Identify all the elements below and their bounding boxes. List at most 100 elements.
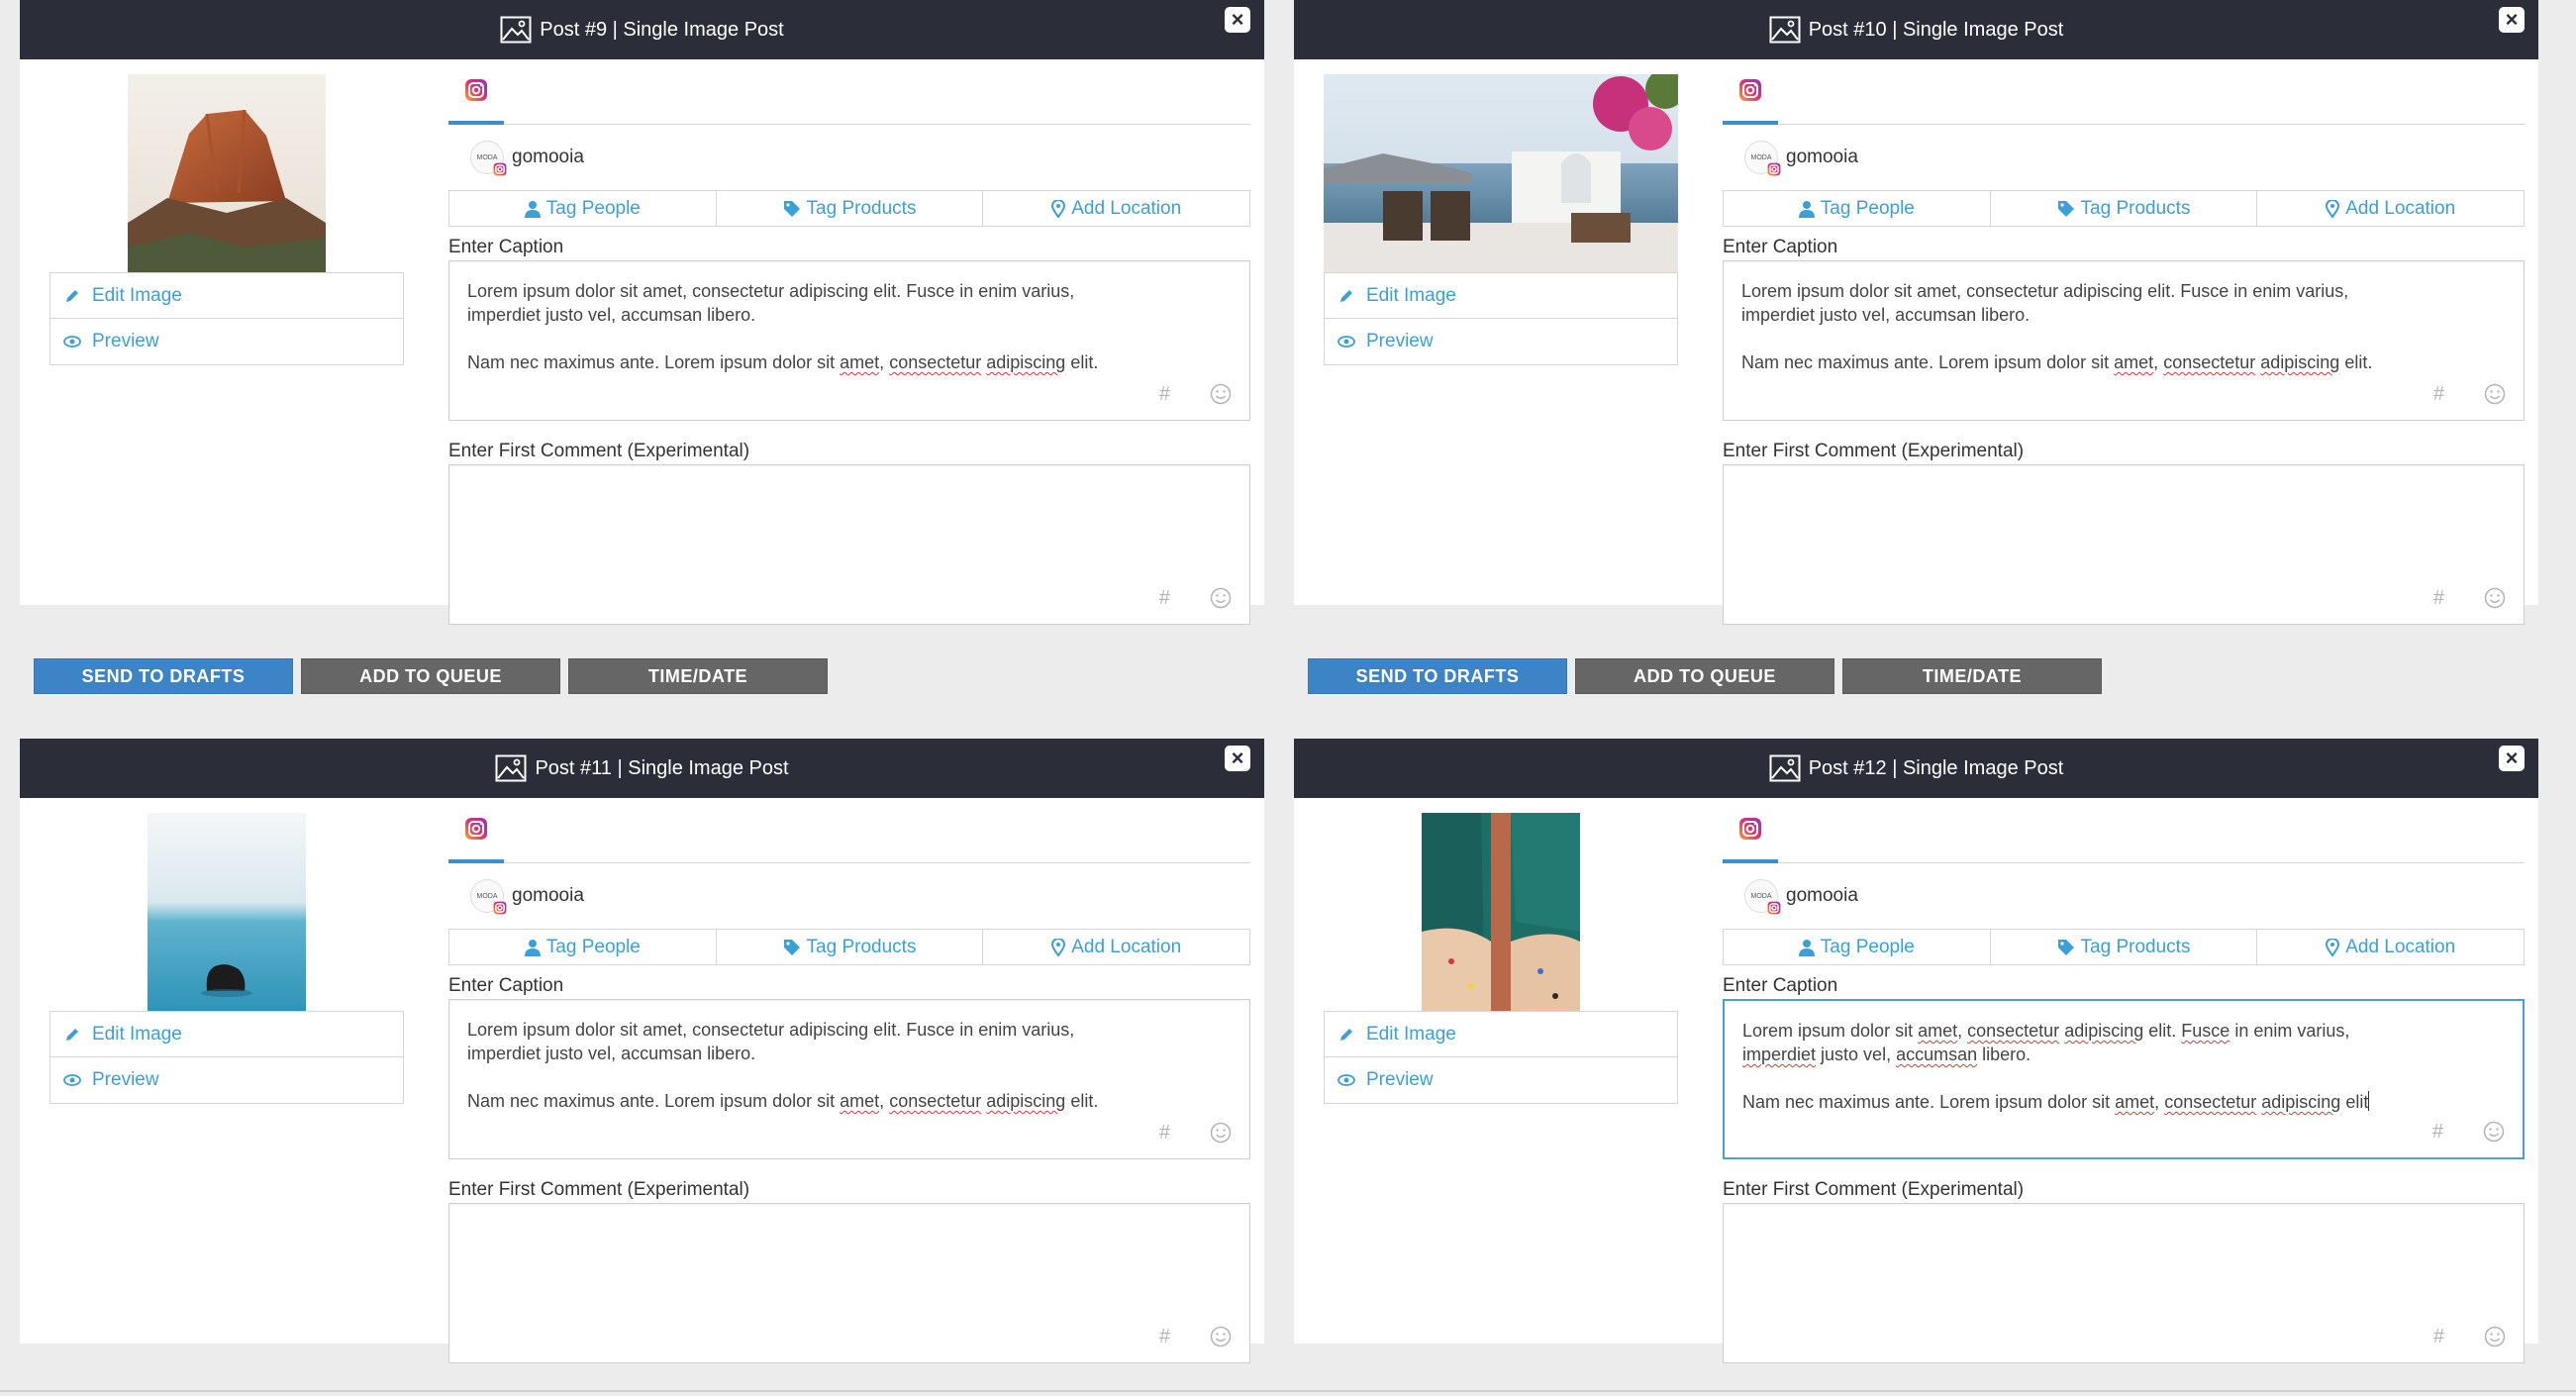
tag-products-button[interactable]: Tag Products [1990, 190, 2258, 227]
first-comment-label: Enter First Comment (Experimental) [448, 441, 750, 461]
user-icon [1798, 200, 1815, 218]
time-date-button[interactable]: TIME/DATE [1842, 658, 2102, 694]
tag-people-button[interactable]: Tag People [1723, 190, 1991, 227]
tab-instagram[interactable] [1723, 59, 1778, 125]
caption-textarea[interactable]: Lorem ipsum dolor sit amet, consectetur … [448, 260, 1250, 421]
account-row: MODA gomooia [1723, 863, 2525, 929]
account-name: gomooia [512, 885, 584, 906]
preview-button[interactable]: Preview [50, 1057, 404, 1104]
tab-instagram[interactable] [1723, 798, 1778, 863]
instagram-icon [465, 79, 487, 101]
avatar: MODA [470, 879, 507, 915]
preview-button[interactable]: Preview [1324, 319, 1678, 365]
edit-image-label: Edit Image [92, 284, 182, 306]
hashtag-button[interactable]: # [1159, 586, 1170, 610]
hashtag-button[interactable]: # [1159, 1325, 1170, 1348]
image-icon [495, 754, 527, 782]
preview-label: Preview [1366, 1069, 1434, 1090]
pencil-icon [62, 1027, 82, 1043]
account-row: MODA gomooia [448, 125, 1250, 190]
hashtag-button[interactable]: # [1159, 1121, 1170, 1145]
edit-image-button[interactable]: Edit Image [50, 272, 404, 319]
smiley-icon[interactable] [1210, 1326, 1232, 1347]
action-bar-post-10: SEND TO DRAFTS ADD TO QUEUE TIME/DATE [1294, 647, 2538, 706]
tag-products-button[interactable]: Tag Products [716, 190, 984, 227]
tab-instagram[interactable] [448, 798, 504, 863]
avatar: MODA [1744, 879, 1781, 915]
post-card-9: Post #9 | Single Image Post × Edit Image… [20, 0, 1264, 625]
post-title: Post #10 | Single Image Post [1808, 18, 2064, 41]
tag-products-button[interactable]: Tag Products [716, 929, 984, 965]
send-to-drafts-button[interactable]: SEND TO DRAFTS [34, 658, 293, 694]
first-comment-textarea[interactable]: # [448, 464, 1250, 625]
add-to-queue-button[interactable]: ADD TO QUEUE [1575, 658, 1834, 694]
post-image-thumbnail[interactable] [148, 812, 306, 1011]
map-pin-icon [1051, 938, 1066, 956]
edit-image-button[interactable]: Edit Image [1324, 1011, 1678, 1057]
first-comment-textarea[interactable]: # [1723, 1203, 2525, 1363]
smiley-icon[interactable] [1210, 1122, 1232, 1144]
close-icon[interactable]: × [1225, 7, 1250, 33]
smiley-icon[interactable] [2484, 383, 2506, 405]
tag-icon [783, 200, 801, 218]
post-card-12: Post #12 | Single Image Post × Edit Imag… [1294, 739, 2538, 1363]
tag-people-button[interactable]: Tag People [1723, 929, 1991, 965]
smiley-icon[interactable] [1210, 383, 1232, 405]
hashtag-button[interactable]: # [2432, 1120, 2443, 1144]
map-pin-icon [2326, 938, 2340, 956]
post-image-thumbnail[interactable] [1324, 73, 1678, 272]
tag-products-button[interactable]: Tag Products [1990, 929, 2258, 965]
account-name: gomooia [512, 147, 584, 167]
hashtag-button[interactable]: # [2433, 382, 2444, 406]
edit-image-button[interactable]: Edit Image [1324, 272, 1678, 319]
add-location-button[interactable]: Add Location [983, 190, 1251, 227]
instagram-icon [1767, 901, 1781, 915]
eye-icon [62, 1074, 82, 1086]
avatar: MODA [1744, 141, 1781, 176]
post-image-thumbnail[interactable] [128, 73, 326, 272]
hashtag-button[interactable]: # [2433, 586, 2444, 610]
time-date-button[interactable]: TIME/DATE [568, 658, 828, 694]
hashtag-button[interactable]: # [2433, 1325, 2444, 1348]
first-comment-label: Enter First Comment (Experimental) [448, 1179, 750, 1200]
user-icon [524, 200, 541, 218]
map-pin-icon [1051, 199, 1066, 218]
smiley-icon[interactable] [2484, 1326, 2506, 1347]
image-icon [1769, 16, 1801, 44]
caption-textarea[interactable]: Lorem ipsum dolor sit amet, consectetur … [448, 999, 1250, 1159]
edit-image-label: Edit Image [1366, 284, 1456, 306]
add-to-queue-button[interactable]: ADD TO QUEUE [301, 658, 560, 694]
smiley-icon[interactable] [2484, 587, 2506, 609]
instagram-icon [465, 818, 487, 840]
tag-people-button[interactable]: Tag People [448, 929, 717, 965]
tag-icon [2057, 939, 2075, 956]
add-location-button[interactable]: Add Location [2257, 190, 2526, 227]
smiley-icon[interactable] [2483, 1121, 2505, 1143]
preview-button[interactable]: Preview [50, 319, 404, 365]
post-image-thumbnail[interactable] [1422, 812, 1580, 1011]
send-to-drafts-button[interactable]: SEND TO DRAFTS [1308, 658, 1567, 694]
caption-label: Enter Caption [448, 975, 564, 996]
eye-icon [1337, 336, 1356, 348]
preview-button[interactable]: Preview [1324, 1057, 1678, 1104]
smiley-icon[interactable] [1210, 587, 1232, 609]
close-icon[interactable]: × [2499, 7, 2525, 33]
add-location-button[interactable]: Add Location [2257, 929, 2526, 965]
tab-instagram[interactable] [448, 59, 504, 125]
network-tabs [1723, 59, 2525, 125]
caption-textarea[interactable]: Lorem ipsum dolor sit amet, consectetur … [1723, 999, 2525, 1159]
close-icon[interactable]: × [2499, 746, 2525, 771]
close-icon[interactable]: × [1225, 746, 1250, 771]
action-bar-post-9: SEND TO DRAFTS ADD TO QUEUE TIME/DATE [20, 647, 1264, 706]
hashtag-button[interactable]: # [1159, 382, 1170, 406]
instagram-icon [1767, 162, 1781, 176]
tag-people-button[interactable]: Tag People [448, 190, 717, 227]
network-tabs [448, 59, 1250, 125]
first-comment-textarea[interactable]: # [448, 1203, 1250, 1363]
instagram-icon [1739, 79, 1761, 101]
caption-textarea[interactable]: Lorem ipsum dolor sit amet, consectetur … [1723, 260, 2525, 421]
post-header: Post #11 | Single Image Post × [20, 739, 1264, 798]
edit-image-button[interactable]: Edit Image [50, 1011, 404, 1057]
first-comment-textarea[interactable]: # [1723, 464, 2525, 625]
add-location-button[interactable]: Add Location [983, 929, 1251, 965]
